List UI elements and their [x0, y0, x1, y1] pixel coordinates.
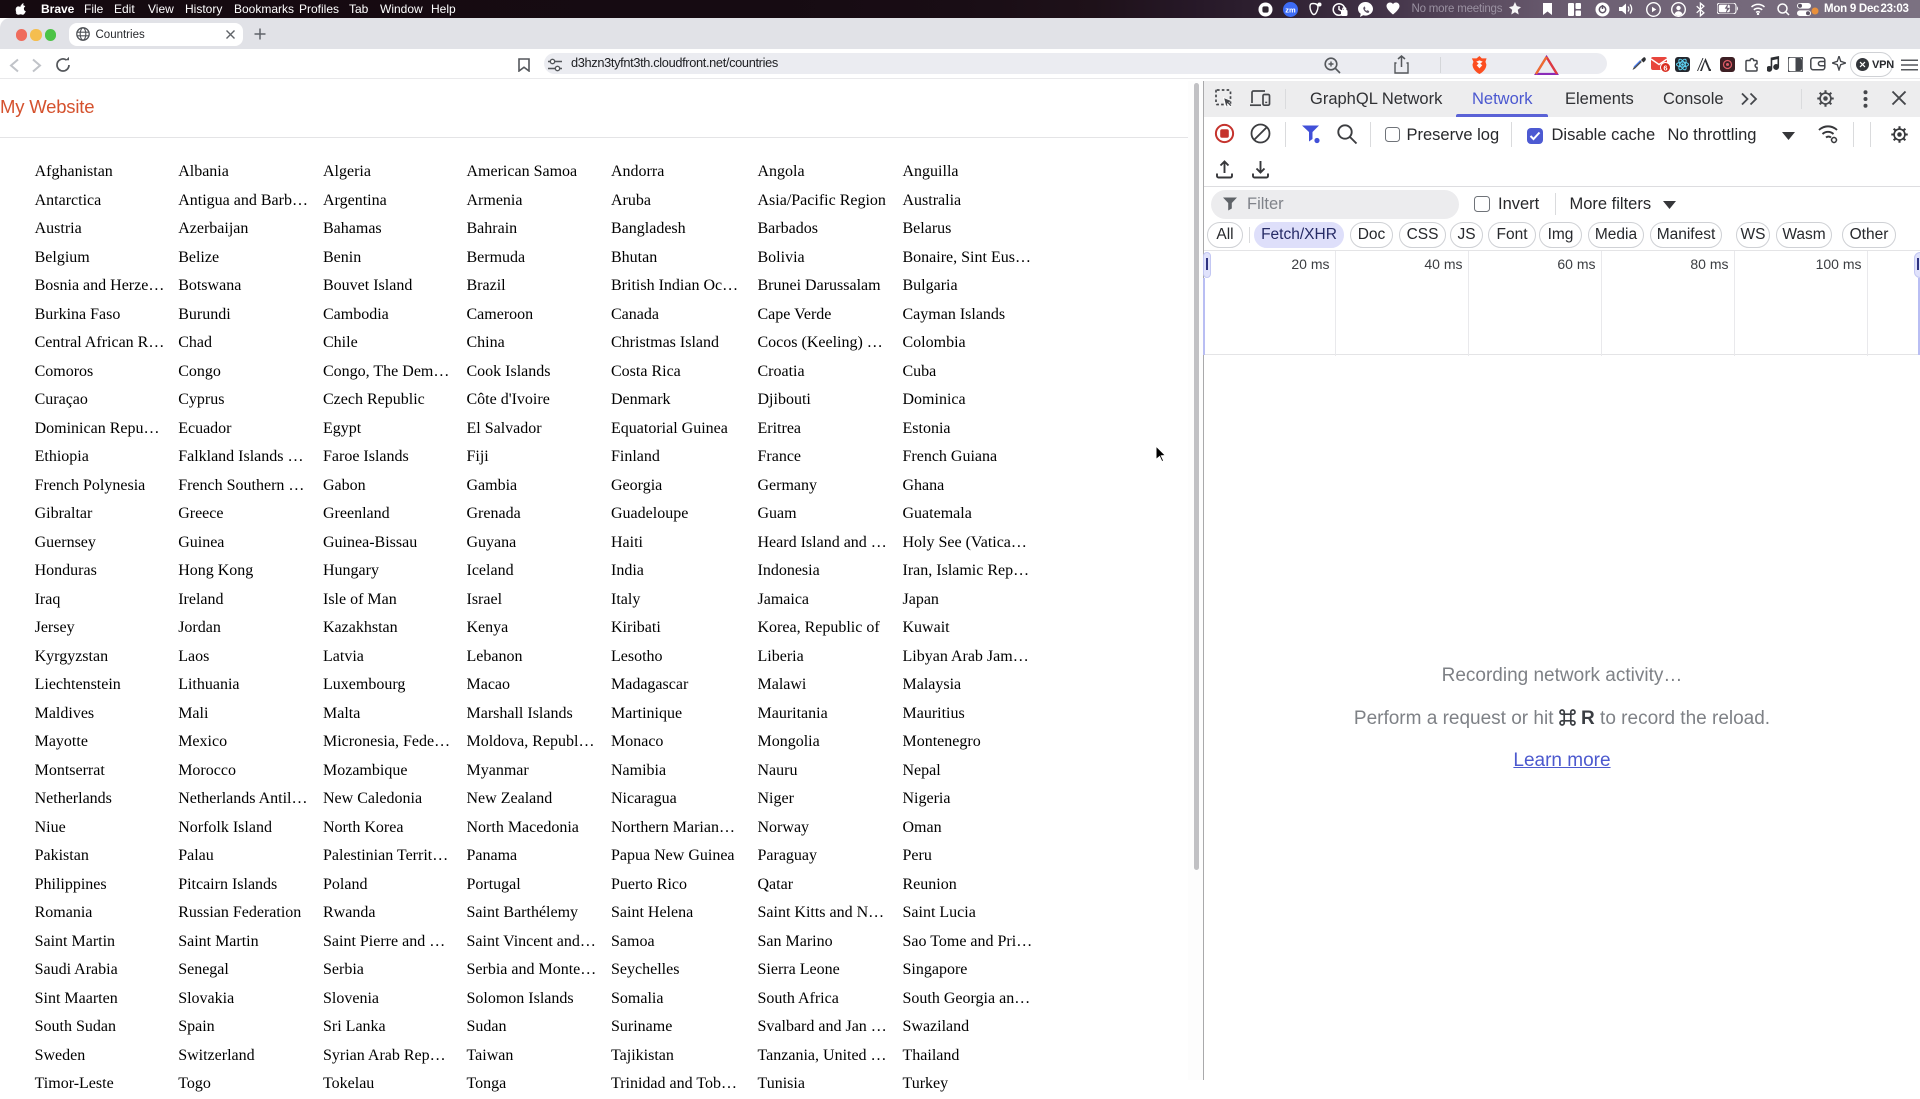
svg-text:6: 6 — [1663, 63, 1667, 72]
svg-text:zm: zm — [1285, 5, 1296, 14]
